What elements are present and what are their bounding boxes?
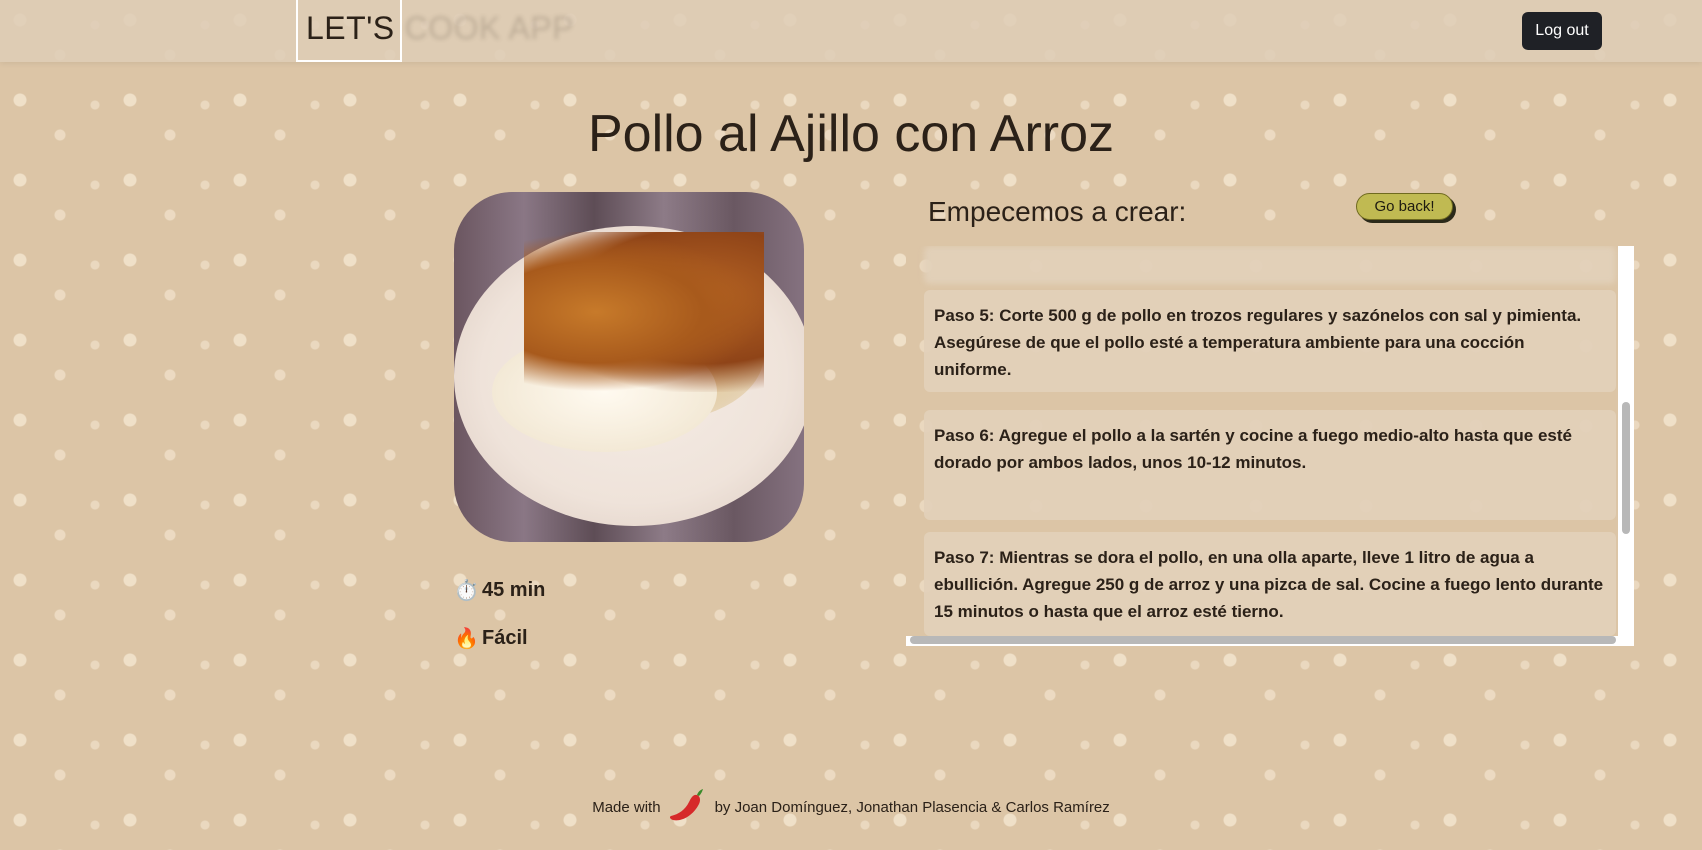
recipe-difficulty-value: Fácil (482, 627, 528, 649)
step-item: Paso 7: Mientras se dora el pollo, en un… (924, 532, 1616, 636)
step-item: Paso 5: Corte 500 g de pollo en trozos r… (924, 290, 1616, 392)
recipe-difficulty: 🔥 Fácil (454, 626, 528, 651)
fire-icon: 🔥 (454, 628, 479, 650)
footer-authors: by Joan Domínguez, Jonathan Plasencia & … (714, 798, 1110, 816)
top-navbar: LET'S COOK APP Log out (0, 0, 1702, 62)
steps-list: Paso 5: Corte 500 g de pollo en trozos r… (906, 246, 1618, 636)
logo-faded-text: COOK APP (404, 10, 575, 46)
vertical-scrollbar-thumb[interactable] (1622, 402, 1630, 534)
recipe-time-value: 45 min (482, 579, 546, 601)
chicken-shape (524, 232, 764, 392)
logo-main-text: LET'S (306, 10, 395, 46)
recipe-photo (454, 192, 804, 542)
horizontal-scrollbar-thumb[interactable] (910, 636, 1616, 644)
steps-scroll-panel[interactable]: Paso 5: Corte 500 g de pollo en trozos r… (906, 246, 1634, 646)
go-back-button[interactable]: Go back! (1356, 193, 1453, 220)
recipe-time: ⏱️ 45 min (454, 578, 545, 603)
footer-made-with: Made with (592, 798, 661, 816)
chili-pepper-icon (669, 789, 703, 821)
recipe-title: Pollo al Ajillo con Arroz (587, 105, 1115, 163)
logout-button[interactable]: Log out (1522, 12, 1602, 50)
vertical-scrollbar[interactable] (1618, 246, 1634, 646)
stopwatch-icon: ⏱️ (454, 580, 479, 602)
footer: Made with by Joan Domínguez, Jonathan Pl… (0, 786, 1702, 828)
steps-heading: Empecemos a crear: (928, 196, 1187, 227)
logo[interactable]: LET'S COOK APP (306, 10, 574, 47)
step-item-partial (924, 246, 1616, 284)
step-item: Paso 6: Agregue el pollo a la sartén y c… (924, 410, 1616, 520)
